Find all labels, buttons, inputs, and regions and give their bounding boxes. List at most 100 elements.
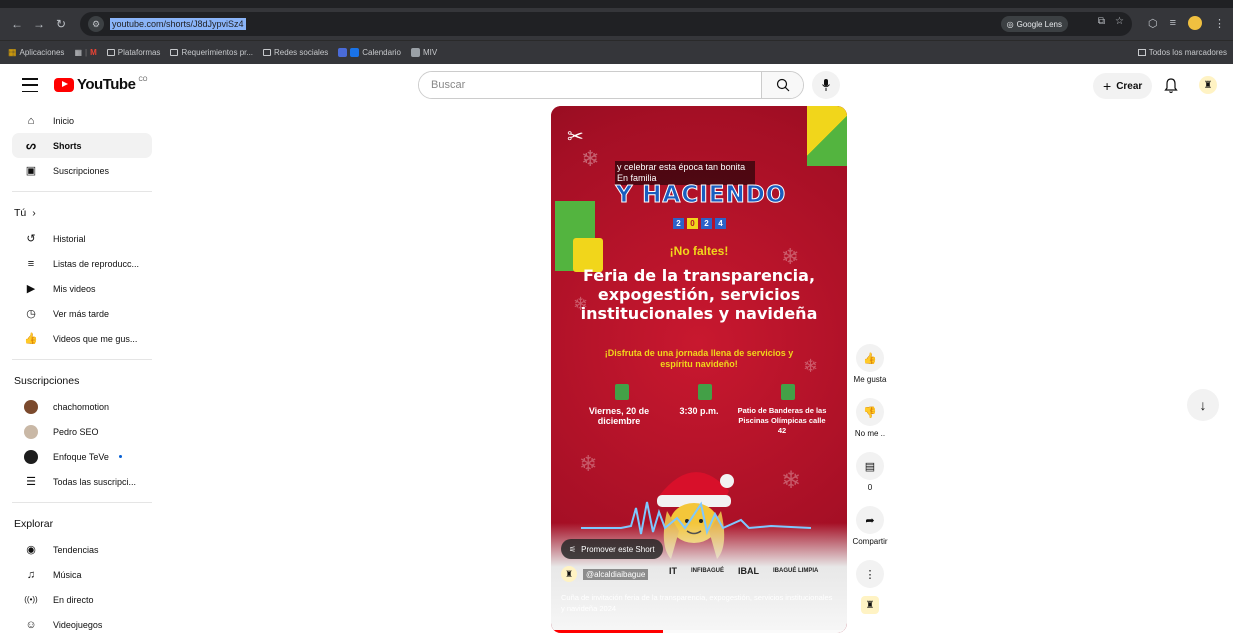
bookmark-calendario[interactable]: Calendario bbox=[338, 48, 401, 57]
clock-icon bbox=[698, 384, 712, 400]
like-button[interactable]: 👍 bbox=[856, 344, 884, 372]
address-bar[interactable]: ⚙ youtube.com/shorts/J8dJypviSz4 ◎ Googl… bbox=[80, 12, 1132, 36]
playback-progress-bar[interactable] bbox=[551, 630, 847, 633]
year-digit: 4 bbox=[715, 218, 726, 229]
channel-handle[interactable]: @alcaldiaibague bbox=[583, 568, 649, 580]
sidebar-item-videos-me-gustan[interactable]: 👍 Videos que me gus... bbox=[12, 326, 152, 351]
sidebar-item-label: Inicio bbox=[53, 115, 75, 126]
sidebar-item-inicio[interactable]: ⌂ Inicio bbox=[12, 108, 152, 133]
more-vert-icon: ⋮ bbox=[864, 568, 876, 581]
next-short-button[interactable]: ↓ bbox=[1187, 389, 1219, 421]
sidebar-item-todas-suscripciones[interactable]: ☰ Todas las suscripci... bbox=[12, 469, 152, 494]
microphone-icon bbox=[822, 79, 830, 91]
gaming-icon: ☺ bbox=[25, 618, 37, 631]
snowflake-icon: ❄ bbox=[581, 146, 600, 171]
poster-info-icons bbox=[615, 384, 795, 400]
watch-later-icon: ◷ bbox=[26, 308, 36, 320]
sidebar-item-shorts[interactable]: ᔕ Shorts bbox=[12, 133, 152, 158]
share-action[interactable]: ➦ Compartir bbox=[850, 506, 890, 546]
youtube-logo[interactable]: YouTube CO bbox=[54, 76, 147, 93]
bookmark-label: Requerimientos pr... bbox=[181, 48, 254, 57]
bookmark-folder-redes[interactable]: Redes sociales bbox=[263, 48, 328, 57]
install-icon[interactable]: ⧉ bbox=[1098, 16, 1105, 27]
sound-thumbnail[interactable]: ♜ bbox=[861, 596, 879, 614]
shorts-icon: ᔕ bbox=[26, 140, 36, 152]
promote-label: Promover este Short bbox=[581, 544, 655, 554]
sidebar-section-you[interactable]: Tú › bbox=[12, 200, 152, 226]
bookmark-miv[interactable]: MIV bbox=[410, 48, 438, 57]
short-video-player[interactable]: ✂ ❄ ❄ ❄ ❄ ❄ ❄ y celebrar esta época tan … bbox=[551, 106, 847, 633]
search-box bbox=[418, 71, 804, 99]
liked-icon: 👍 bbox=[24, 333, 38, 345]
back-button[interactable]: ← bbox=[6, 13, 28, 35]
comments-button[interactable]: ▤ bbox=[856, 452, 884, 480]
sidebar-item-videojuegos[interactable]: ☺ Videojuegos bbox=[12, 612, 152, 637]
sidebar-item-mis-videos[interactable]: ▶ Mis videos bbox=[12, 276, 152, 301]
folder-icon bbox=[170, 49, 179, 56]
channel-avatar[interactable]: ♜ bbox=[561, 566, 577, 582]
reading-list-icon[interactable]: ≡ bbox=[1170, 17, 1176, 29]
snowflake-icon: ❄ bbox=[579, 451, 598, 476]
bookmark-star-icon[interactable]: ☆ bbox=[1115, 16, 1124, 27]
search-input[interactable] bbox=[419, 72, 761, 98]
sidebar-item-label: En directo bbox=[53, 594, 94, 605]
bookmark-folder-requerimientos[interactable]: Requerimientos pr... bbox=[170, 48, 253, 57]
account-avatar[interactable]: ♜ bbox=[1199, 76, 1217, 94]
share-label: Compartir bbox=[852, 537, 888, 546]
browser-menu-icon[interactable]: ⋮ bbox=[1214, 17, 1225, 30]
tab-strip bbox=[0, 0, 1233, 8]
all-bookmarks[interactable]: Todos los marcadores bbox=[1137, 48, 1227, 57]
forward-button[interactable]: → bbox=[28, 13, 50, 35]
sidebar-item-tendencias[interactable]: ◉ Tendencias bbox=[12, 537, 152, 562]
thumbs-down-icon: 👎 bbox=[863, 406, 877, 419]
sidebar-item-musica[interactable]: ♫ Música bbox=[12, 562, 152, 587]
sidebar-sub-pedro-seo[interactable]: Pedro SEO bbox=[12, 419, 152, 444]
site-info-icon[interactable]: ⚙ bbox=[88, 16, 104, 32]
sidebar-item-listas[interactable]: ≡ Listas de reproducc... bbox=[12, 251, 152, 276]
sidebar-item-suscripciones[interactable]: ▣ Suscripciones bbox=[12, 158, 152, 183]
short-description[interactable]: Cuña de invitación feria de la transpare… bbox=[561, 592, 837, 614]
logo-text: YouTube bbox=[77, 76, 136, 93]
bookmark-label: Plataformas bbox=[117, 48, 161, 57]
sidebar-sub-chachomotion[interactable]: chachomotion bbox=[12, 394, 152, 419]
sidebar-sub-enfoque-teve[interactable]: Enfoque TeVe bbox=[12, 444, 152, 469]
sidebar-section-suscripciones: Suscripciones bbox=[12, 368, 152, 394]
notifications-bell-icon[interactable] bbox=[1163, 77, 1179, 95]
apps-grid-icon: ▦ bbox=[8, 47, 17, 57]
event-place: Patio de Banderas de las Piscinas Olímpi… bbox=[737, 406, 827, 435]
audio-source[interactable]: ♜ bbox=[850, 596, 890, 614]
sidebar-item-label: Videojuegos bbox=[53, 619, 103, 630]
bookmark-label: MIV bbox=[422, 48, 438, 57]
browser-profile-avatar[interactable] bbox=[1188, 16, 1202, 30]
google-lens-button[interactable]: ◎ Google Lens bbox=[1000, 16, 1068, 32]
share-arrow-icon: ➦ bbox=[865, 514, 875, 527]
url-text[interactable]: youtube.com/shorts/J8dJypviSz4 bbox=[110, 18, 246, 30]
event-time: 3:30 p.m. bbox=[679, 406, 719, 416]
like-action[interactable]: 👍 Me gusta bbox=[850, 344, 890, 384]
bookmark-apps[interactable]: ▦ Aplicaciones bbox=[8, 47, 64, 58]
share-button[interactable]: ➦ bbox=[856, 506, 884, 534]
guide-menu-icon[interactable] bbox=[22, 78, 38, 92]
create-button[interactable]: + Crear bbox=[1093, 73, 1153, 99]
extensions-icon[interactable]: ⬡ bbox=[1148, 17, 1158, 30]
live-icon: ((•)) bbox=[24, 595, 38, 604]
dislike-action[interactable]: 👎 No me .. bbox=[850, 398, 890, 438]
more-options-button[interactable]: ⋮ bbox=[856, 560, 884, 588]
bookmark-folder-plataformas[interactable]: Plataformas bbox=[106, 48, 161, 57]
year-digit: 2 bbox=[701, 218, 712, 229]
sidebar-item-historial[interactable]: ↺ Historial bbox=[12, 226, 152, 251]
voice-search-button[interactable] bbox=[812, 71, 840, 99]
promote-short-button[interactable]: ⚟ Promover este Short bbox=[561, 539, 663, 559]
section-heading: Tú bbox=[14, 207, 27, 219]
comments-action[interactable]: ▤ 0 bbox=[850, 452, 890, 492]
channel-info[interactable]: ♜ @alcaldiaibague bbox=[561, 566, 649, 582]
miv-icon bbox=[410, 48, 420, 57]
bookmark-extra-icons[interactable]: ▦ | M bbox=[74, 48, 96, 57]
reload-button[interactable]: ↻ bbox=[50, 13, 72, 35]
search-button[interactable] bbox=[761, 72, 803, 98]
sidebar-item-ver-mas-tarde[interactable]: ◷ Ver más tarde bbox=[12, 301, 152, 326]
dislike-label: No me .. bbox=[854, 429, 886, 438]
sidebar-item-en-directo[interactable]: ((•)) En directo bbox=[12, 587, 152, 612]
dislike-button[interactable]: 👎 bbox=[856, 398, 884, 426]
more-action[interactable]: ⋮ bbox=[850, 560, 890, 588]
